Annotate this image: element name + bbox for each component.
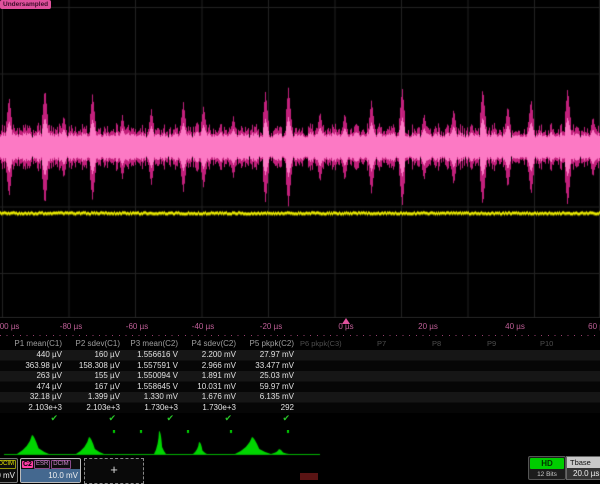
axis-tick-label: 60 µs — [588, 322, 600, 331]
c2-dcim-badge: DCIM — [51, 460, 70, 469]
measure-header[interactable]: P4 sdev(C2) — [178, 337, 236, 350]
c1-descriptor-box[interactable]: DCIM 10.0 mV — [0, 458, 18, 483]
status-check-icon: ✔ — [62, 413, 120, 424]
measure-value: 6.135 mV — [236, 392, 294, 403]
hd-mode-box[interactable]: HD 12 Bits — [528, 456, 566, 480]
undersampled-badge: Undersampled — [0, 0, 51, 9]
measure-header[interactable]: P1 mean(C1) — [4, 337, 62, 350]
measure-header[interactable]: P5 pkpk(C2) — [236, 337, 294, 350]
measure-value: 25.03 mV — [236, 371, 294, 382]
axis-tick-label: -20 µs — [260, 322, 282, 331]
c2-volt-div: 10.0 mV — [21, 469, 80, 482]
axis-tick-label: -100 µs — [0, 322, 19, 331]
time-axis-tick-dots — [0, 335, 600, 336]
c1-volt-div: 10.0 mV — [0, 469, 17, 482]
measure-value: 474 µV — [4, 382, 62, 393]
measure-value: 155 µV — [62, 371, 120, 382]
measure-value: 32.18 µV — [4, 392, 62, 403]
measure-header-inactive[interactable]: P9 — [487, 339, 496, 348]
measure-value: 263 µV — [4, 371, 62, 382]
graticule-area[interactable]: Undersampled — [0, 0, 600, 318]
measure-value: 363.98 µV — [4, 361, 62, 372]
trigger-descriptor-cropped[interactable] — [300, 473, 318, 480]
measure-value: 1.557591 V — [120, 361, 178, 372]
measure-value: 1.558645 V — [120, 382, 178, 393]
waveform-canvas[interactable] — [0, 0, 600, 318]
measure-value: 1.330 mV — [120, 392, 178, 403]
axis-tick-label: -40 µs — [192, 322, 214, 331]
c2-descriptor-box[interactable]: C2 ESR DCIM 10.0 mV — [20, 458, 81, 483]
measure-column: P4 sdev(C2)2.200 mV2.966 mV1.891 mV10.03… — [178, 337, 236, 424]
oscilloscope-screen: { "annotation_badge": { "text": "Undersa… — [0, 0, 600, 480]
timebase-value: 20.0 µs — [567, 468, 600, 480]
c2-channel-label: C2 — [22, 461, 33, 468]
measure-value: 1.550094 V — [120, 371, 178, 382]
measure-value: 2.200 mV — [178, 350, 236, 361]
axis-tick-label: 20 µs — [418, 322, 438, 331]
timebase-descriptor-box[interactable]: Tbase 20.0 µs — [566, 456, 600, 480]
measure-header-inactive[interactable]: P7 — [377, 339, 386, 348]
timebase-label: Tbase — [567, 457, 600, 468]
measure-value: 1.730e+3 — [178, 403, 236, 414]
status-check-icon: ✔ — [120, 413, 178, 424]
measure-value: 33.477 mV — [236, 361, 294, 372]
measure-value: 1.399 µV — [62, 392, 120, 403]
measure-value: 59.97 mV — [236, 382, 294, 393]
measure-column: P2 sdev(C1)160 µV158.308 µV155 µV167 µV1… — [62, 337, 120, 424]
measure-header[interactable]: P2 sdev(C1) — [62, 337, 120, 350]
status-check-icon: ✔ — [4, 413, 62, 424]
measure-value: 27.97 mV — [236, 350, 294, 361]
measure-header[interactable]: P3 mean(C2) — [120, 337, 178, 350]
measure-column: P5 pkpk(C2)27.97 mV33.477 mV25.03 mV59.9… — [236, 337, 294, 424]
status-check-icon: ✔ — [236, 413, 294, 424]
measure-header-inactive[interactable]: P8 — [432, 339, 441, 348]
c1-dcim-badge: DCIM — [0, 460, 16, 469]
measure-header-inactive[interactable]: P6 pkpk(C3) — [300, 339, 342, 348]
measure-value: 1.676 mV — [178, 392, 236, 403]
hd-bits-label: 12 Bits — [529, 470, 565, 479]
add-trace-button[interactable]: + — [84, 458, 144, 484]
measure-value: 2.103e+3 — [4, 403, 62, 414]
measure-value: 160 µV — [62, 350, 120, 361]
measure-value: 2.966 mV — [178, 361, 236, 372]
axis-tick-label: -60 µs — [126, 322, 148, 331]
measure-header-inactive[interactable]: P10 — [540, 339, 553, 348]
axis-tick-label: 40 µs — [505, 322, 525, 331]
measure-value: 440 µV — [4, 350, 62, 361]
measure-value: 10.031 mV — [178, 382, 236, 393]
measure-value: 292 — [236, 403, 294, 414]
histicon-strip[interactable] — [0, 430, 600, 457]
status-check-icon: ✔ — [178, 413, 236, 424]
hd-badge: HD — [530, 458, 564, 469]
measure-column: P3 mean(C2)1.556616 V1.557591 V1.550094 … — [120, 337, 178, 424]
measure-column: P1 mean(C1)440 µV363.98 µV263 µV474 µV32… — [4, 337, 62, 424]
measure-value: 158.308 µV — [62, 361, 120, 372]
measure-value: 2.103e+3 — [62, 403, 120, 414]
measure-table: P1 mean(C1)440 µV363.98 µV263 µV474 µV32… — [4, 337, 294, 424]
measure-value: 1.556616 V — [120, 350, 178, 361]
measure-value: 167 µV — [62, 382, 120, 393]
c2-esr-badge: ESR — [34, 460, 50, 469]
axis-tick-label: -80 µs — [60, 322, 82, 331]
trigger-position-icon[interactable] — [342, 318, 350, 324]
measure-value: 1.730e+3 — [120, 403, 178, 414]
measure-value: 1.891 mV — [178, 371, 236, 382]
